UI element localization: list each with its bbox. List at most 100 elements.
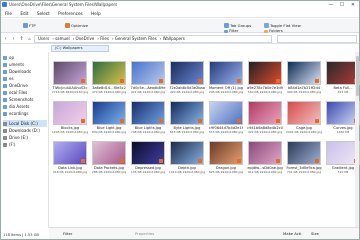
maximize-button[interactable]: ☐ — [337, 1, 347, 9]
file-thumbnail[interactable] — [53, 61, 87, 85]
file-tile[interactable]: a9e278c7b0e7e1d9 560 KB 1920x1080 jpg — [246, 61, 284, 95]
vertical-scrollbar[interactable] — [355, 52, 359, 227]
file-thumbnail[interactable] — [92, 141, 126, 165]
file-thumbnail[interactable] — [131, 61, 165, 85]
file-thumbnail[interactable] — [248, 61, 282, 85]
file-thumbnail[interactable] — [131, 101, 165, 125]
file-tile[interactable]: Cage.jpg 2004 KB 1920x1080 jpg — [285, 101, 323, 135]
breadcrumb[interactable]: Users › samuel › OneDrive › Files › General … — [34, 35, 272, 43]
up-button[interactable]: ↑ — [18, 35, 25, 43]
file-tile[interactable]: Blocks.jpg 1205 KB 1920x1080 jpg — [51, 101, 89, 135]
file-tile[interactable]: 3a6e8d14...f0e5c2 470 KB 1920x1080 jpg — [90, 61, 128, 95]
file-thumbnail[interactable] — [170, 141, 204, 165]
breadcrumb-users[interactable]: Users — [38, 36, 49, 41]
file-thumbnail[interactable] — [287, 61, 321, 85]
menu-help[interactable]: Help — [88, 9, 104, 18]
file-thumbnail[interactable] — [131, 141, 165, 165]
menu-bar: File Edit Select Preferences Help — [1, 9, 359, 18]
sidebar-item-documents[interactable]: uments — [3, 61, 47, 68]
file-thumbnail[interactable] — [170, 101, 204, 125]
properties-dropdown[interactable]: Properties — [135, 228, 154, 240]
file-thumbnail[interactable] — [92, 61, 126, 85]
menu-preferences[interactable]: Preferences — [55, 9, 86, 18]
file-thumbnail[interactable] — [53, 141, 87, 165]
cloud-icon — [3, 83, 7, 88]
file-thumbnail[interactable] — [248, 101, 282, 125]
sidebar-item-es[interactable]: es — [3, 75, 47, 82]
file-meta: 298 KB 1920x1080 jpg — [208, 90, 244, 94]
file-tile[interactable]: TiWcJcu4AAAhuS2c 2716 KB 3840x2160 jpg — [51, 61, 89, 95]
file-tile[interactable]: epjdfw...sDd0ae.jpg 912 KB 1920x1080 jpg — [246, 141, 284, 175]
file-meta: 830 KB 1920x1080 jpg — [91, 130, 127, 134]
search-input[interactable] — [277, 35, 357, 43]
file-tile[interactable]: b84d1a7b21ff2d4 400 KB 1920x1080 jpg — [285, 61, 323, 95]
file-tile[interactable]: 7d0c5e...Aeadb89e 421 KB 1920x1080 jpg — [129, 61, 167, 95]
sidebar-item-recordings[interactable]: ecordings — [3, 110, 47, 117]
sidebar-item-desktop[interactable]: op — [3, 54, 47, 61]
file-thumbnail[interactable] — [287, 101, 321, 125]
file-explorer-window: Users\OneDrive\Files\General System File… — [0, 0, 360, 240]
file-tile[interactable]: 72e2ab8c0d3e2baa 420 KB 1920x1080 jpg — [168, 61, 206, 95]
breadcrumb-general-system-files[interactable]: General System Files — [115, 36, 157, 41]
tab-wallpapers[interactable]: (C:) Wallpapers — [51, 45, 109, 52]
ftp-button[interactable]: FTP — [23, 22, 36, 30]
sidebar-item-drive-e[interactable]: Drive (E:) — [3, 134, 47, 141]
jpg-badge-icon — [237, 79, 241, 83]
file-thumbnail[interactable] — [209, 101, 243, 125]
sidebar-item-media-assets[interactable]: dia Assets — [3, 103, 47, 110]
sidebar-item-onedrive[interactable]: OneDrive — [3, 82, 47, 89]
file-thumbnail[interactable] — [209, 61, 243, 85]
file-tile[interactable]: Blue Light.jpg 830 KB 1920x1080 jpg — [90, 101, 128, 135]
filter-box[interactable]: Filter — [63, 228, 72, 240]
sidebar-item-screenshots[interactable]: Screenshots — [3, 96, 47, 103]
file-tile[interactable]: Data Packets.jpg 288 KB 1920x1080 jpg — [90, 141, 128, 175]
file-meta: 912 KB 1920x1080 jpg — [247, 170, 283, 174]
file-thumbnail[interactable] — [92, 101, 126, 125]
jpg-badge-icon — [159, 119, 163, 123]
size-button[interactable]: Size — [311, 228, 319, 240]
file-thumbnail[interactable] — [248, 141, 282, 165]
folder-icon — [3, 111, 7, 116]
forward-button[interactable]: › — [10, 35, 17, 43]
filter-icon — [224, 30, 228, 33]
file-thumbnail[interactable] — [53, 101, 87, 125]
sidebar-item-downloads-d[interactable]: Downloads (D:) — [3, 127, 47, 134]
file-tile[interactable]: Depressed.jpg 135 KB 1920x1080 jpg — [129, 141, 167, 175]
breadcrumb-onedrive[interactable]: OneDrive — [76, 36, 95, 41]
file-tile[interactable]: Dragon.jpg 825 KB 1920x1080 jpg — [207, 141, 245, 175]
file-tile[interactable]: Moment Off (1).jpg 298 KB 1920x1080 jpg — [207, 61, 245, 95]
folders-button[interactable]: Folders — [264, 28, 283, 33]
jpg-badge-icon — [237, 119, 241, 123]
file-tile[interactable]: Forest_3d0e9ca.jpg 741 KB 1920x1080 jpg — [285, 141, 323, 175]
make-active-button[interactable]: Make Acti — [283, 228, 301, 240]
file-thumbnail[interactable] — [170, 61, 204, 85]
file-tile[interactable]: Depth.jpg 1010 KB 1920x1080 jpg — [168, 141, 206, 175]
breadcrumb-samuel[interactable]: samuel — [55, 36, 70, 41]
sidebar-item-drive-f[interactable]: (F:) — [3, 141, 47, 148]
menu-file[interactable]: File — [2, 9, 15, 18]
breadcrumb-wallpapers[interactable]: Wallpapers — [163, 36, 185, 41]
optimize-button[interactable]: Optimize — [65, 22, 88, 30]
sidebar-item-downloads[interactable]: Downloads — [3, 68, 47, 75]
menu-edit[interactable]: Edit — [17, 9, 31, 18]
file-tile[interactable]: c941b6a8d8e4b2c0 422 KB 1920x1080 jpg — [246, 101, 284, 135]
sidebar-item-local-disk-c[interactable]: Local Disk (C:) — [3, 120, 47, 127]
sidebar-item-local-files[interactable]: ocal Files — [3, 89, 47, 96]
scrollbar-thumb[interactable] — [355, 56, 359, 96]
filter-toolbar-button[interactable]: Filter — [224, 28, 238, 33]
file-meta: 748 KB 1920x1080 jpg — [130, 130, 166, 134]
file-thumbnail[interactable] — [287, 141, 321, 165]
minimize-button[interactable]: — — [326, 1, 336, 9]
file-thumbnail[interactable] — [209, 141, 243, 165]
file-tile[interactable]: Byte Lights.jpg 615 KB 1920x1080 jpg — [168, 101, 206, 135]
close-button[interactable]: ✕ — [348, 1, 358, 9]
file-tile[interactable]: c9f0844d7b4d2e1f 515 KB 1920x1080 jpg — [207, 101, 245, 135]
file-tile[interactable]: Blue Lights.jpg 748 KB 1920x1080 jpg — [129, 101, 167, 135]
address-row: ‹ › ↑ ⌂ Users › samuel › OneDrive › Files › … — [1, 34, 359, 44]
file-tile[interactable]: Data Link.jpg 318 KB 1920x1080 jpg — [51, 141, 89, 175]
drive-icon — [3, 135, 7, 140]
back-button[interactable]: ‹ — [2, 35, 9, 43]
breadcrumb-files[interactable]: Files — [100, 36, 109, 41]
home-icon[interactable]: ⌂ — [26, 35, 33, 43]
menu-select[interactable]: Select — [34, 9, 53, 18]
